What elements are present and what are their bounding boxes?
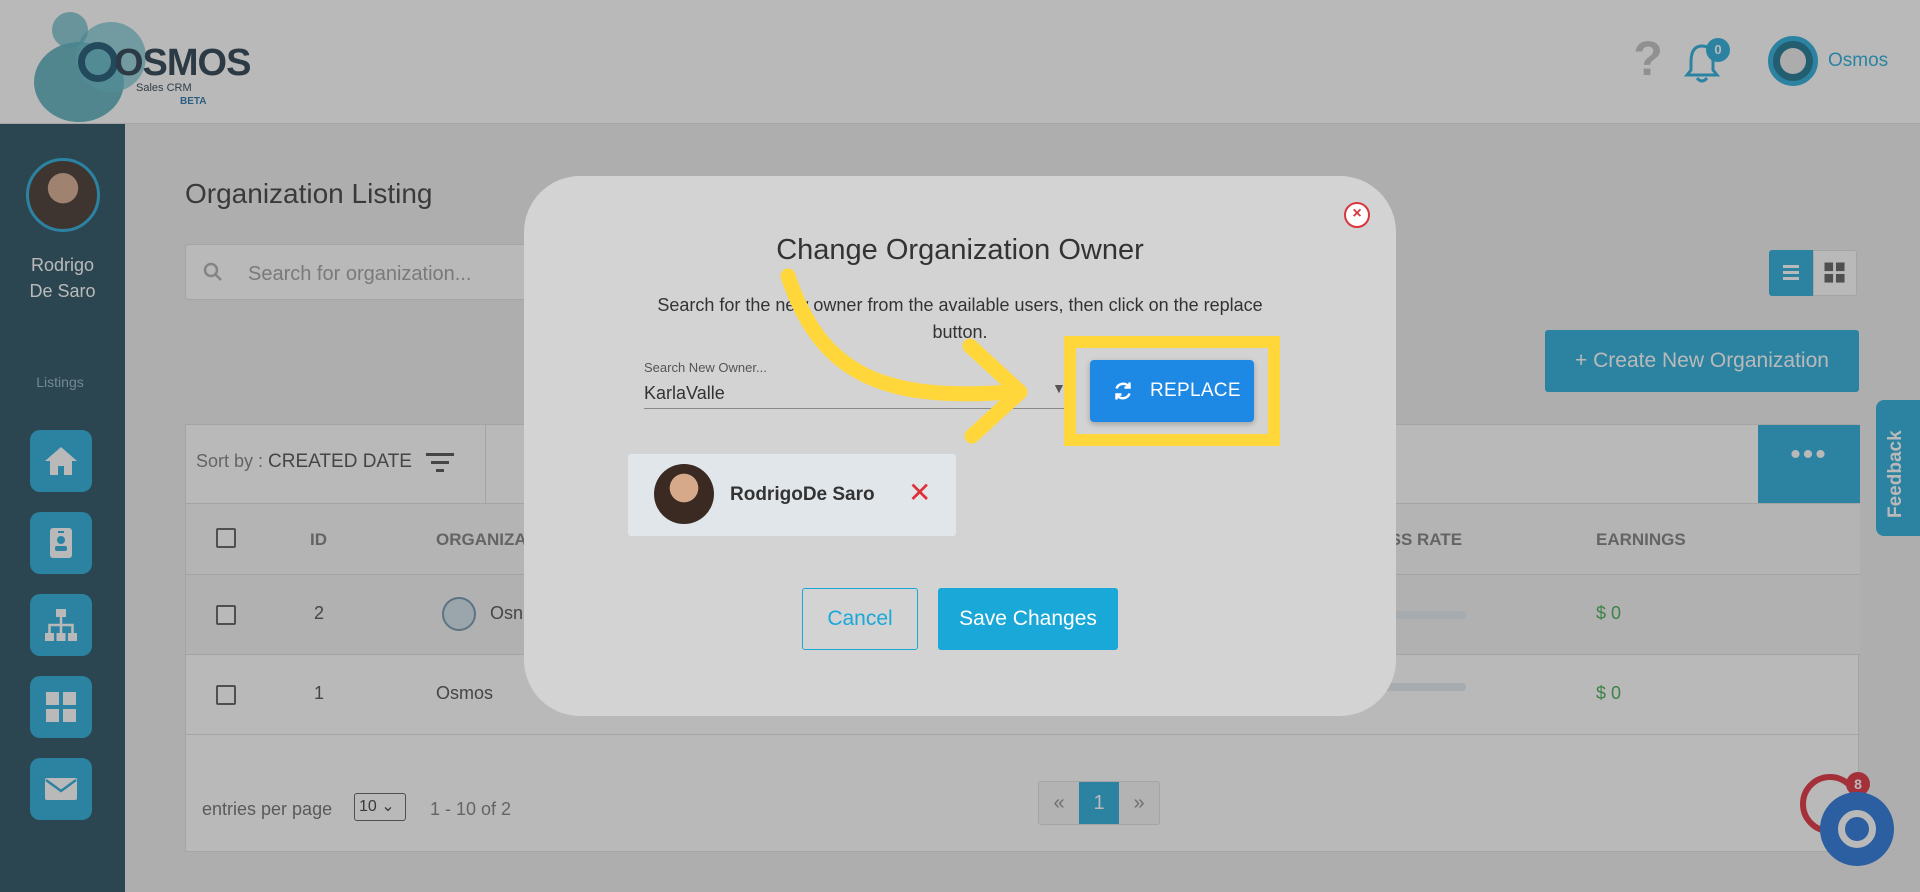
- save-changes-button[interactable]: Save Changes: [938, 588, 1118, 650]
- refresh-icon: [1115, 382, 1131, 400]
- replace-label: REPLACE: [1150, 380, 1241, 401]
- remove-owner-icon[interactable]: ✕: [908, 476, 931, 509]
- cancel-button[interactable]: Cancel: [802, 588, 918, 650]
- close-icon[interactable]: ×: [1344, 202, 1370, 228]
- selected-owner-chip: RodrigoDe Saro ✕: [628, 454, 956, 536]
- annotation-arrow: [780, 268, 1028, 444]
- owner-name: RodrigoDe Saro: [730, 484, 875, 505]
- replace-button[interactable]: REPLACE: [1090, 360, 1254, 422]
- owner-search-label: Search New Owner...: [644, 360, 767, 375]
- owner-avatar: [654, 464, 714, 524]
